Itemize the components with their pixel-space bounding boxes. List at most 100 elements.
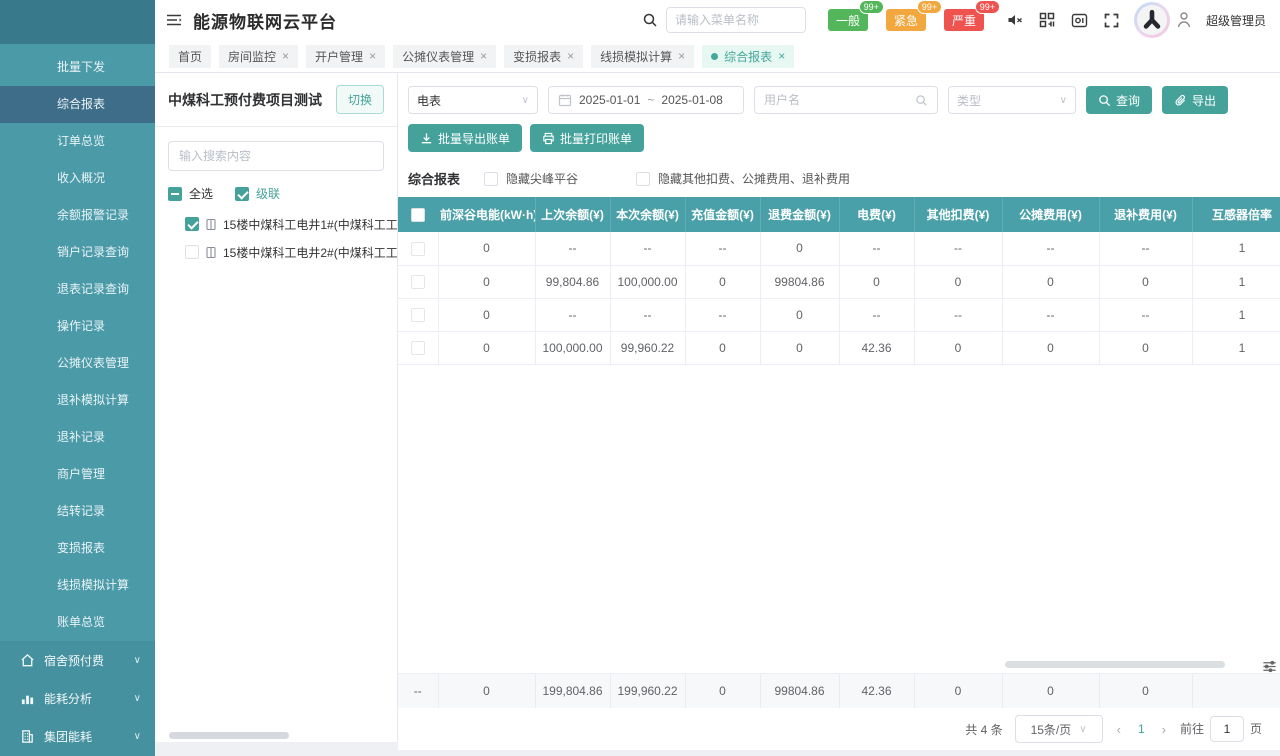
sidebar-item-operation-records[interactable]: 操作记录	[0, 308, 155, 345]
column-header[interactable]: 前深谷电能(kW·h)	[438, 197, 535, 232]
row-checkbox[interactable]	[411, 308, 425, 322]
row-checkbox[interactable]	[411, 242, 425, 256]
goto-page-input[interactable]	[1210, 716, 1244, 742]
table-row[interactable]: 0 100,000.00 99,960.22 0 0 42.36 0 0 0 1	[398, 331, 1280, 364]
close-icon[interactable]: ×	[567, 50, 574, 62]
row-checkbox[interactable]	[411, 275, 425, 289]
select-all-checkbox[interactable]: 全选	[168, 185, 213, 202]
summary-cell: 99804.86	[760, 674, 839, 708]
checkbox-checked[interactable]	[235, 187, 249, 201]
avatar[interactable]	[1134, 2, 1170, 38]
sidebar-item-order-overview[interactable]: 订单总览	[0, 123, 155, 160]
cascade-checkbox[interactable]: 级联	[235, 185, 280, 202]
checkbox-unchecked[interactable]	[484, 172, 498, 186]
sidebar-item-refund-simulation[interactable]: 退补模拟计算	[0, 382, 155, 419]
batch-print-bills-button[interactable]: 批量打印账单	[530, 124, 644, 152]
hide-other-fees-checkbox[interactable]: 隐藏其他扣费、公摊费用、退补费用	[636, 170, 850, 187]
column-header[interactable]: 上次余额(¥)	[535, 197, 610, 232]
menu-search-input[interactable]	[666, 7, 806, 33]
column-header[interactable]: 互感器倍率	[1192, 197, 1280, 232]
sidebar-item-carryover-records[interactable]: 结转记录	[0, 493, 155, 530]
table-row[interactable]: 0 99,804.86 100,000.00 0 99804.86 0 0 0 …	[398, 265, 1280, 298]
apps-grid-icon[interactable]	[1038, 11, 1056, 29]
column-header[interactable]: 退费金额(¥)	[760, 197, 839, 232]
fullscreen-icon[interactable]	[1103, 12, 1120, 29]
row-checkbox-cell[interactable]	[398, 298, 438, 331]
sidebar-item-transformer-loss-report[interactable]: 变损报表	[0, 530, 155, 567]
menu-collapse-icon[interactable]	[165, 11, 183, 29]
checkbox-indeterminate[interactable]	[168, 187, 182, 201]
switch-project-button[interactable]: 切换	[336, 85, 384, 114]
screenshot-icon[interactable]	[1070, 11, 1089, 30]
column-header[interactable]: 退补费用(¥)	[1099, 197, 1192, 232]
sidebar-group-group-energy[interactable]: 集团能耗 ∨	[0, 717, 155, 755]
tab-transformer-loss[interactable]: 变损报表 ×	[504, 45, 583, 68]
column-header[interactable]: 电费(¥)	[839, 197, 914, 232]
date-range-picker[interactable]: 2025-01-01 ~ 2025-01-08	[548, 86, 744, 114]
close-icon[interactable]: ×	[369, 50, 376, 62]
hide-peak-valley-checkbox[interactable]: 隐藏尖峰平谷	[484, 170, 578, 187]
column-header[interactable]: 其他扣费(¥)	[914, 197, 1002, 232]
tree-search-input[interactable]	[168, 141, 384, 171]
tree-node-meter-1[interactable]: 15楼中煤科工电井1#(中煤科工工程咨询	[185, 210, 397, 238]
query-button[interactable]: 查询	[1086, 86, 1152, 114]
header-checkbox[interactable]	[411, 208, 425, 222]
sidebar-item-account-close-records[interactable]: 销户记录查询	[0, 234, 155, 271]
row-checkbox[interactable]	[411, 341, 425, 355]
alert-badge-urgent[interactable]: 紧急 99+	[886, 9, 926, 31]
close-icon[interactable]: ×	[480, 50, 487, 62]
tree-horizontal-scrollbar[interactable]	[169, 732, 289, 739]
close-icon[interactable]: ×	[282, 50, 289, 62]
tab-room-monitor[interactable]: 房间监控 ×	[219, 45, 298, 68]
meter-type-select[interactable]: 电表 ∨	[408, 86, 538, 114]
checkbox-checked[interactable]	[185, 217, 199, 231]
checkbox-unchecked[interactable]	[185, 245, 199, 259]
close-icon[interactable]: ×	[778, 50, 785, 62]
row-checkbox-cell[interactable]	[398, 232, 438, 265]
sidebar-item-line-loss-simulation[interactable]: 线损模拟计算	[0, 567, 155, 604]
table-row[interactable]: 0 -- -- -- 0 -- -- -- -- 1	[398, 298, 1280, 331]
alert-badge-severe[interactable]: 严重 99+	[944, 9, 984, 31]
sidebar-item-balance-alarm-records[interactable]: 余额报警记录	[0, 197, 155, 234]
prev-page-icon[interactable]: ‹	[1115, 722, 1123, 737]
batch-export-bills-button[interactable]: 批量导出账单	[408, 124, 522, 152]
sidebar-item-comprehensive-report[interactable]: 综合报表	[0, 86, 155, 123]
row-checkbox-cell[interactable]	[398, 331, 438, 364]
sidebar-group-energy-analysis[interactable]: 能耗分析 ∨	[0, 679, 155, 717]
sidebar-item-merchant-management[interactable]: 商户管理	[0, 456, 155, 493]
current-page-number[interactable]: 1	[1135, 722, 1148, 736]
select-all-column-header[interactable]	[398, 197, 438, 232]
user-profile-icon[interactable]	[1176, 11, 1192, 29]
tab-comprehensive-report[interactable]: 综合报表 ×	[702, 45, 794, 68]
sidebar-item-revenue-overview[interactable]: 收入概况	[0, 160, 155, 197]
sidebar-item-shared-meter-management[interactable]: 公摊仪表管理	[0, 345, 155, 382]
close-icon[interactable]: ×	[678, 50, 685, 62]
tab-home[interactable]: 首页	[169, 45, 211, 68]
checkbox-unchecked[interactable]	[636, 172, 650, 186]
column-header[interactable]: 充值金额(¥)	[685, 197, 760, 232]
tab-line-loss[interactable]: 线损模拟计算 ×	[591, 45, 694, 68]
sidebar-item-bill-overview[interactable]: 账单总览	[0, 604, 155, 641]
sidebar-group-dormitory-prepaid[interactable]: 宿舍预付费 ∨	[0, 641, 155, 679]
next-page-icon[interactable]: ›	[1160, 722, 1168, 737]
column-header[interactable]: 本次余额(¥)	[610, 197, 685, 232]
sidebar-item-meter-return-records[interactable]: 退表记录查询	[0, 271, 155, 308]
date-start-value: 2025-01-01	[579, 93, 640, 107]
current-username[interactable]: 超级管理员	[1206, 12, 1266, 29]
sidebar-item-refund-records[interactable]: 退补记录	[0, 419, 155, 456]
mute-speaker-icon[interactable]	[1006, 11, 1024, 29]
table-horizontal-scrollbar[interactable]	[1005, 661, 1225, 668]
row-checkbox-cell[interactable]	[398, 265, 438, 298]
alert-badge-normal[interactable]: 一般 99+	[828, 9, 868, 31]
table-row[interactable]: 0 -- -- -- 0 -- -- -- -- 1	[398, 232, 1280, 265]
export-button[interactable]: 导出	[1162, 86, 1228, 114]
table-cell: 1	[1192, 232, 1280, 265]
column-header[interactable]: 公摊费用(¥)	[1002, 197, 1099, 232]
tab-account-open[interactable]: 开户管理 ×	[306, 45, 385, 68]
type-select[interactable]: 类型 ∨	[948, 86, 1076, 114]
username-input[interactable]	[764, 93, 915, 107]
page-size-select[interactable]: 15条/页 ∨	[1015, 715, 1103, 743]
sidebar-item-batch-dispatch[interactable]: 批量下发	[0, 49, 155, 86]
tab-shared-meter[interactable]: 公摊仪表管理 ×	[393, 45, 496, 68]
tree-node-meter-2[interactable]: 15楼中煤科工电井2#(中煤科工工程咨询	[185, 238, 397, 266]
